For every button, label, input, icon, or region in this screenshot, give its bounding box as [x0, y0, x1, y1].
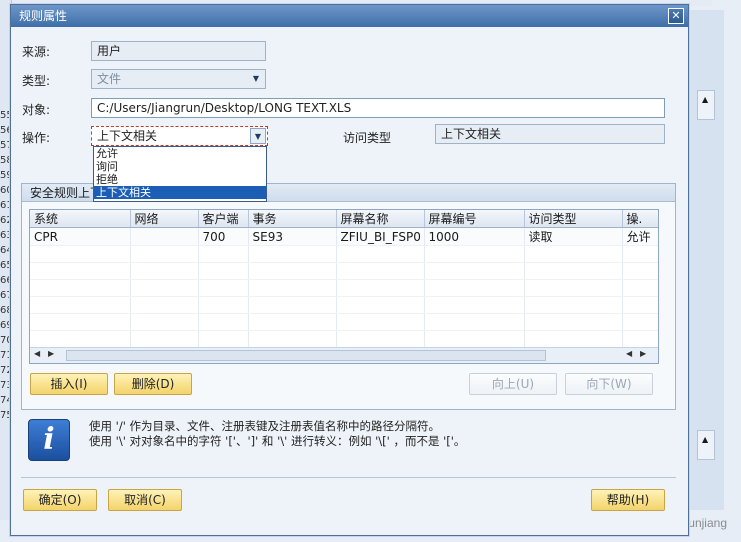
insert-button[interactable]: 插入(I): [30, 373, 108, 395]
background-scrollbar-top[interactable]: ▲: [697, 90, 715, 120]
chevron-down-icon[interactable]: ▼: [250, 128, 266, 144]
delete-button[interactable]: 删除(D): [114, 373, 192, 395]
object-input[interactable]: C:/Users/Jiangrun/Desktop/LONG TEXT.XLS: [91, 98, 665, 118]
column-header[interactable]: 事务: [248, 210, 337, 228]
table-cell: [130, 227, 199, 246]
table-cell: 允许: [622, 227, 658, 246]
type-label: 类型:: [22, 74, 51, 88]
move-down-button[interactable]: 向下(W): [565, 373, 653, 395]
background-right-panel: ▲ ▲: [688, 10, 724, 510]
dialog-titlebar[interactable]: 规则属性 ✕: [11, 5, 688, 27]
table-cell: 读取: [524, 227, 623, 246]
dropdown-option[interactable]: 询问: [94, 160, 266, 173]
table-row[interactable]: CPR 700 SE93 ZFIU_BI_FSP0 1000 读取 允许: [30, 227, 658, 246]
column-header[interactable]: 客户端: [198, 210, 249, 228]
info-icon: i: [28, 419, 70, 461]
table-cell: 1000: [424, 227, 525, 246]
dropdown-option[interactable]: 拒绝: [94, 173, 266, 186]
scrollbar-thumb[interactable]: [66, 350, 546, 361]
column-header[interactable]: 屏幕编号: [424, 210, 525, 228]
security-rules-group: 安全规则上下 系统 网络 客户端 事务 屏幕名称 屏幕编号 访问类型 操. CPR 700 SE9…: [21, 183, 676, 410]
rule-properties-dialog: 规则属性 ✕ 来源: 用户 类型: 文件 ▼ 对象: C:/Users/Jian…: [10, 4, 689, 536]
empty-row: [30, 296, 658, 314]
table-cell: CPR: [30, 227, 131, 246]
operation-select[interactable]: 上下文相关 ▼: [91, 126, 268, 146]
rules-table: 系统 网络 客户端 事务 屏幕名称 屏幕编号 访问类型 操. CPR 700 SE93 ZFIU_B…: [29, 209, 659, 364]
empty-row: [30, 245, 658, 263]
source-field: 用户: [91, 41, 266, 61]
info-line-2: 使用 '\' 对对象名中的字符 '['、']' 和 '\' 进行转义：例如 '\…: [89, 434, 466, 448]
scroll-right-icon[interactable]: ▶: [640, 349, 646, 358]
ok-button[interactable]: 确定(O): [23, 489, 97, 511]
operation-value: 上下文相关: [97, 129, 158, 143]
cancel-button[interactable]: 取消(C): [108, 489, 182, 511]
close-button[interactable]: ✕: [668, 8, 684, 24]
dropdown-option[interactable]: 允许: [94, 147, 266, 160]
table-header: 系统 网络 客户端 事务 屏幕名称 屏幕编号 访问类型 操.: [30, 210, 658, 228]
column-header[interactable]: 系统: [30, 210, 131, 228]
dropdown-option[interactable]: 上下文相关: [94, 186, 266, 199]
table-cell: ZFIU_BI_FSP0: [336, 227, 425, 246]
empty-row: [30, 279, 658, 297]
scroll-left-icon[interactable]: ◀: [626, 349, 632, 358]
type-select: 文件 ▼: [91, 69, 266, 89]
empty-row: [30, 313, 658, 331]
help-button[interactable]: 帮助(H): [591, 489, 665, 511]
operation-dropdown-list: 允许 询问 拒绝 上下文相关: [93, 146, 267, 202]
scroll-right-icon[interactable]: ▶: [48, 349, 54, 358]
background-scrollbar-bottom[interactable]: ▲: [697, 430, 715, 460]
column-header[interactable]: 屏幕名称: [336, 210, 425, 228]
move-up-button[interactable]: 向上(U): [469, 373, 557, 395]
scroll-left-icon[interactable]: ◀: [34, 349, 40, 358]
source-label: 来源:: [22, 45, 51, 59]
empty-row: [30, 330, 658, 348]
column-header[interactable]: 网络: [130, 210, 199, 228]
column-header[interactable]: 操.: [622, 210, 658, 228]
empty-row: [30, 262, 658, 280]
operation-label: 操作:: [22, 131, 51, 145]
table-cell: SE93: [248, 227, 337, 246]
access-type-field: 上下文相关: [435, 124, 665, 144]
chevron-down-icon: ▼: [252, 74, 260, 83]
horizontal-scrollbar[interactable]: ◀ ▶ ◀ ▶: [30, 347, 658, 363]
close-icon: ✕: [671, 9, 681, 22]
footer-divider: [21, 477, 676, 478]
table-cell: 700: [198, 227, 249, 246]
column-header[interactable]: 访问类型: [524, 210, 623, 228]
type-value: 文件: [97, 72, 122, 86]
dialog-title: 规则属性: [19, 9, 68, 23]
object-label: 对象:: [22, 103, 51, 117]
access-type-label: 访问类型: [343, 131, 392, 145]
info-line-1: 使用 '/' 作为目录、文件、注册表键及注册表值名称中的路径分隔符。: [89, 419, 441, 433]
